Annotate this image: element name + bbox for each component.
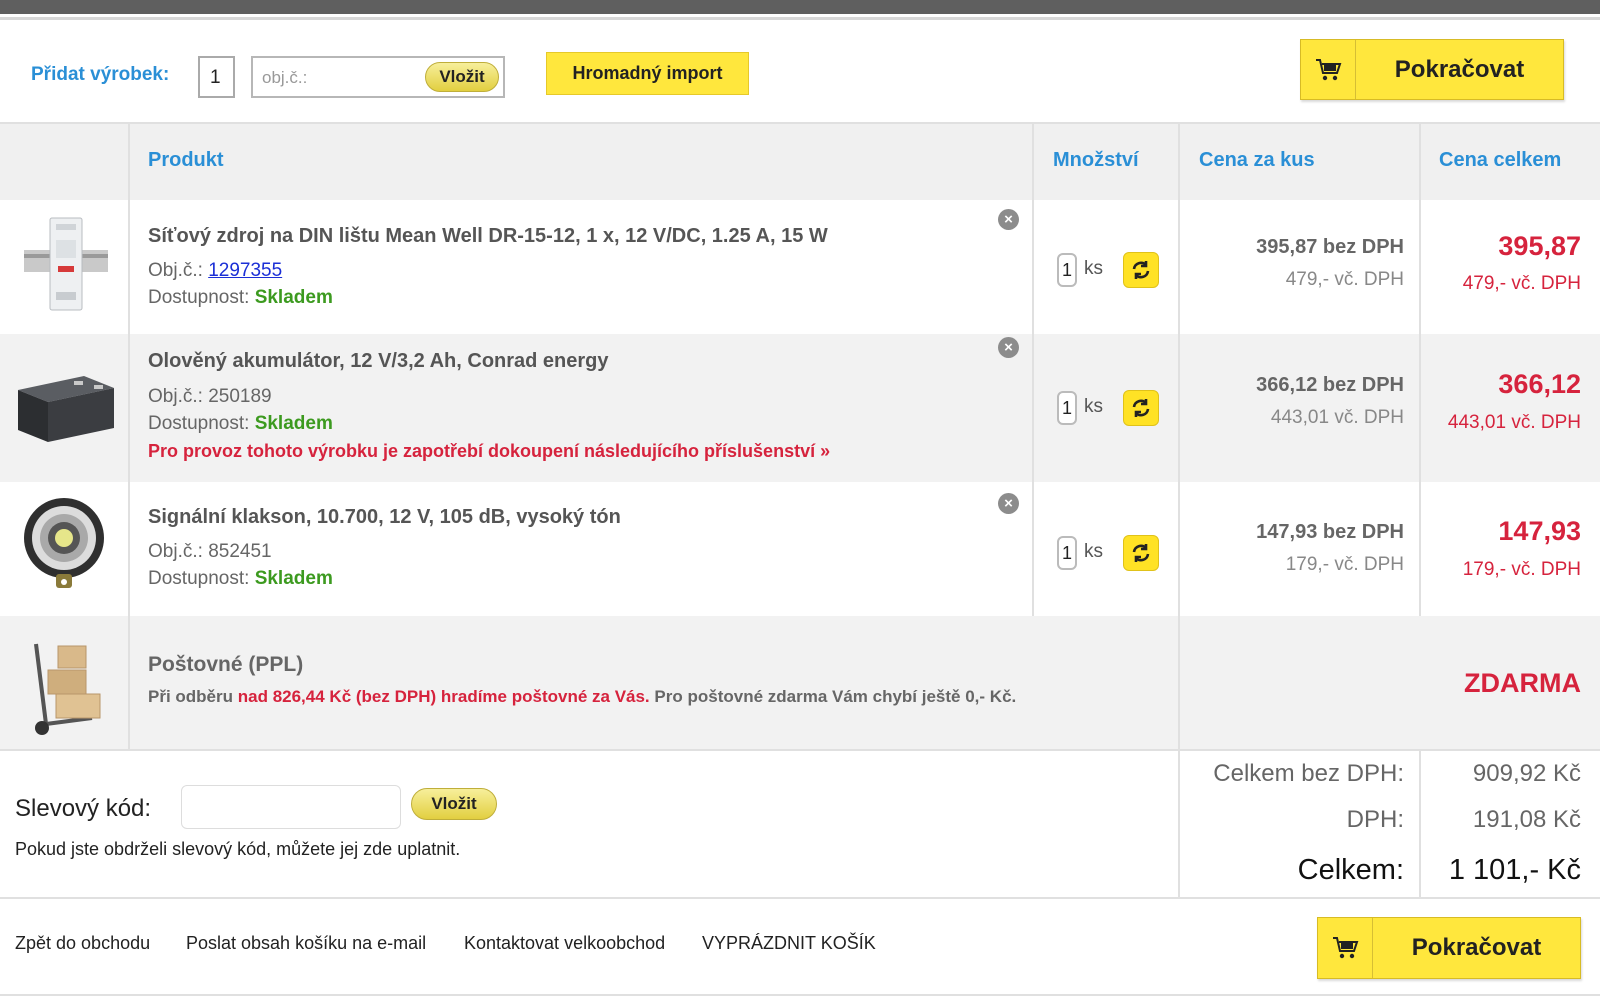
product-code: Obj.č.: 1297355	[148, 260, 283, 281]
empty-cart-link[interactable]: VYPRÁZDNIT KOŠÍK	[702, 933, 876, 954]
qty-unit: ks	[1084, 541, 1103, 562]
contact-wholesale-link[interactable]: Kontaktovat velkoobchod	[464, 933, 665, 954]
apply-discount-button[interactable]: Vložit	[411, 788, 497, 820]
column-divider	[1032, 122, 1034, 616]
row-divider	[0, 897, 1600, 899]
column-unit-price: Cena za kus	[1199, 149, 1315, 171]
remove-item-icon[interactable]: ×	[998, 209, 1019, 230]
insert-product-button[interactable]: Vložit	[425, 62, 499, 92]
total-price-net: 395,87	[1498, 231, 1581, 261]
din-power-supply-image	[14, 214, 118, 318]
vat-label: DPH:	[1346, 806, 1404, 833]
product-code-value: 250189	[208, 386, 272, 407]
add-product-label: Přidat výrobek:	[31, 64, 170, 85]
unit-price-gross: 179,- vč. DPH	[1285, 554, 1404, 575]
cart-item-row: Olověný akumulátor, 12 V/3,2 Ah, Conrad …	[0, 334, 1600, 482]
grand-total-label: Celkem:	[1297, 854, 1404, 886]
shipping-title: Poštovné (PPL)	[148, 653, 304, 676]
refresh-quantity-icon[interactable]	[1123, 390, 1159, 426]
total-price-gross: 479,- vč. DPH	[1462, 273, 1581, 294]
cart-table-header: Produkt Množství Cena za kus Cena celkem	[0, 122, 1600, 200]
add-product-qty-input[interactable]: 1	[198, 56, 235, 98]
product-name[interactable]: Síťový zdroj na DIN lištu Mean Well DR-1…	[148, 225, 828, 248]
refresh-quantity-icon[interactable]	[1123, 252, 1159, 288]
discount-code-input[interactable]	[181, 785, 401, 829]
bulk-import-button[interactable]: Hromadný import	[546, 52, 749, 95]
shipping-note: Při odběru nad 826,44 Kč (bez DPH) hradí…	[148, 687, 1017, 706]
total-price-net: 147,93	[1498, 516, 1581, 546]
row-divider	[0, 122, 1600, 124]
qty-unit: ks	[1084, 396, 1103, 417]
continue-button-top[interactable]: Pokračovat	[1300, 39, 1564, 100]
back-to-shop-link[interactable]: Zpět do obchodu	[15, 933, 150, 954]
column-quantity: Množství	[1053, 149, 1139, 171]
item-qty-input[interactable]: 1	[1057, 253, 1077, 287]
hand-truck-boxes-image	[14, 636, 118, 740]
product-name[interactable]: Olověný akumulátor, 12 V/3,2 Ah, Conrad …	[148, 350, 609, 373]
discount-hint: Pokud jste obdrželi slevový kód, můžete …	[15, 839, 461, 859]
column-divider	[1419, 122, 1421, 616]
stock-status: Skladem	[254, 287, 333, 308]
free-shipping-threshold: nad 826,44 Kč (bez DPH) hradíme poštovné…	[237, 687, 650, 706]
unit-price-net: 395,87 bez DPH	[1256, 236, 1404, 258]
total-net-label: Celkem bez DPH:	[1213, 760, 1404, 787]
qty-unit: ks	[1084, 258, 1103, 279]
total-price-gross: 179,- vč. DPH	[1462, 559, 1581, 580]
availability: Dostupnost: Skladem	[148, 413, 333, 434]
column-divider	[1419, 750, 1421, 898]
unit-price-gross: 479,- vč. DPH	[1285, 269, 1404, 290]
row-divider	[0, 749, 1600, 751]
horn-image	[14, 494, 118, 598]
continue-label: Pokračovat	[1394, 55, 1525, 83]
availability: Dostupnost: Skladem	[148, 287, 333, 308]
lead-battery-image	[14, 354, 118, 458]
item-qty-input[interactable]: 1	[1057, 536, 1077, 570]
remove-item-icon[interactable]: ×	[998, 493, 1019, 514]
stock-status: Skladem	[254, 568, 333, 589]
column-divider	[1178, 122, 1180, 898]
unit-price-net: 147,93 bez DPH	[1256, 521, 1404, 543]
continue-button-bottom[interactable]: Pokračovat	[1317, 917, 1581, 979]
top-bar	[0, 0, 1600, 14]
grand-total-value: 1 101,- Kč	[1448, 854, 1581, 886]
cart-icon	[1318, 918, 1373, 978]
column-product: Produkt	[148, 149, 224, 171]
item-qty-input[interactable]: 1	[1057, 391, 1077, 425]
product-code: Obj.č.: 852451	[148, 541, 272, 562]
total-price-net: 366,12	[1498, 369, 1581, 399]
shipping-price: ZDARMA	[1464, 668, 1581, 698]
cart-item-row: Signální klakson, 10.700, 12 V, 105 dB, …	[0, 482, 1600, 616]
vat-value: 191,08 Kč	[1472, 806, 1581, 833]
product-code-link[interactable]: 1297355	[208, 260, 282, 281]
discount-label: Slevový kód:	[15, 795, 152, 822]
refresh-quantity-icon[interactable]	[1123, 535, 1159, 571]
cart-icon	[1301, 40, 1356, 99]
row-divider	[0, 994, 1600, 996]
email-cart-link[interactable]: Poslat obsah košíku na e-mail	[186, 933, 426, 954]
total-net-value: 909,92 Kč	[1472, 760, 1581, 787]
stock-status: Skladem	[254, 413, 333, 434]
product-code-value: 852451	[208, 541, 272, 562]
column-divider	[128, 122, 130, 750]
column-total-price: Cena celkem	[1439, 149, 1562, 171]
product-code-placeholder: obj.č.:	[262, 68, 308, 87]
unit-price-net: 366,12 bez DPH	[1256, 374, 1404, 396]
product-name[interactable]: Signální klakson, 10.700, 12 V, 105 dB, …	[148, 506, 621, 529]
accessory-warning-link[interactable]: Pro provoz tohoto výrobku je zapotřebí d…	[148, 441, 830, 462]
unit-price-gross: 443,01 vč. DPH	[1270, 407, 1404, 428]
availability: Dostupnost: Skladem	[148, 568, 333, 589]
product-code-input[interactable]: obj.č.: Vložit	[251, 56, 505, 98]
total-price-gross: 443,01 vč. DPH	[1447, 412, 1581, 433]
remove-item-icon[interactable]: ×	[998, 337, 1019, 358]
product-code: Obj.č.: 250189	[148, 386, 272, 407]
shipping-row: Poštovné (PPL) Při odběru nad 826,44 Kč …	[0, 616, 1600, 750]
continue-label: Pokračovat	[1411, 934, 1542, 961]
cart-item-row: Síťový zdroj na DIN lištu Mean Well DR-1…	[0, 200, 1600, 334]
